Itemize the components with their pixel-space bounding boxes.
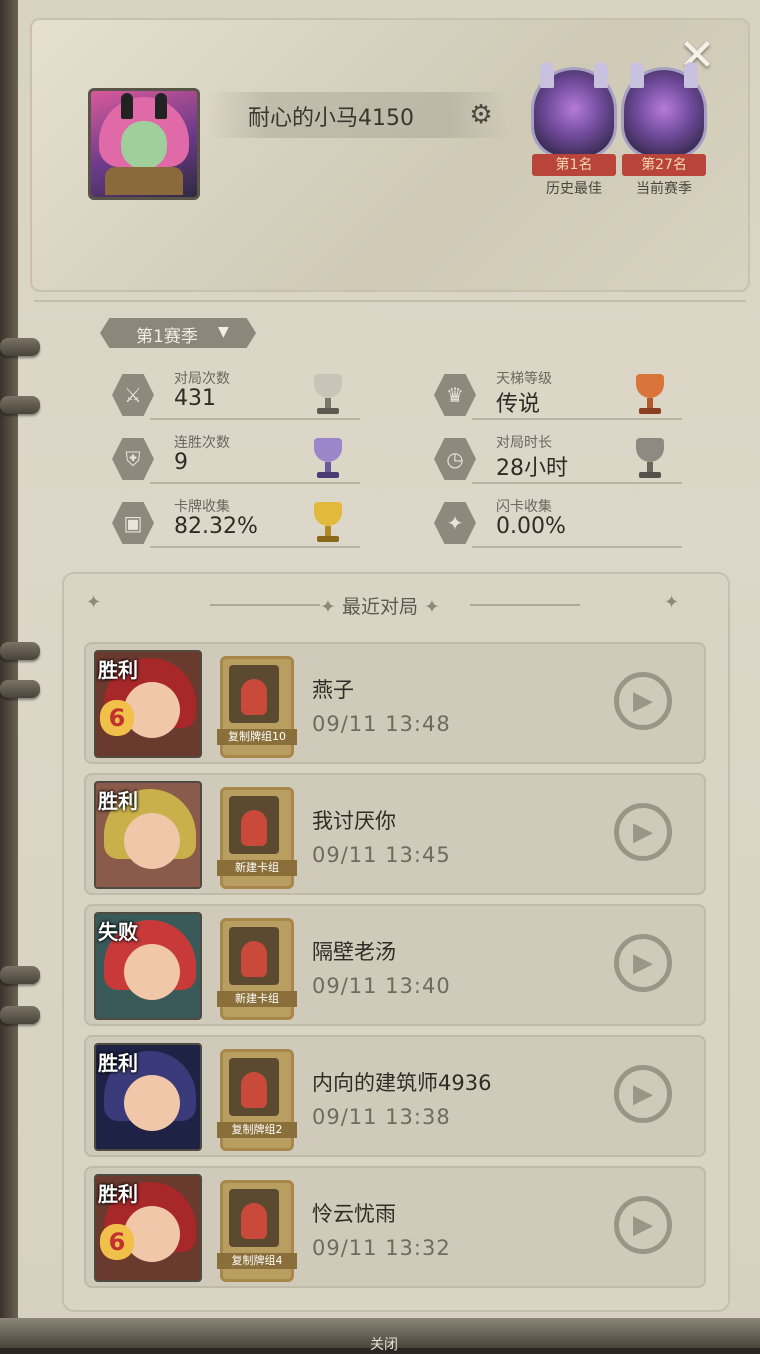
profile-book: 耐心的小马4150 ⚙ ✕ 第1名 历史最佳 第27名 当前赛季 第1赛季 ▼ … xyxy=(0,0,760,1353)
match-time: 09/11 13:48 xyxy=(312,712,451,736)
replay-play-icon[interactable]: ▶ xyxy=(614,1065,672,1123)
replay-play-icon[interactable]: ▶ xyxy=(614,803,672,861)
book-binding xyxy=(0,0,18,1348)
trophy-icon xyxy=(308,434,348,482)
divider xyxy=(34,300,746,302)
season-label: 第1赛季 xyxy=(136,327,198,347)
chevron-down-icon[interactable]: ▼ xyxy=(218,324,229,340)
win-streak-badge: 6 xyxy=(100,700,134,736)
opponent-portrait: 胜利 6 xyxy=(94,650,202,758)
stat-label: 闪卡收集 xyxy=(496,499,552,515)
match-time: 09/11 13:38 xyxy=(312,1105,451,1129)
rank-emblem-icon xyxy=(534,62,614,156)
close-label[interactable]: 关闭 xyxy=(370,1334,398,1354)
deck-card-icon: 新建卡组 xyxy=(217,918,297,1020)
player-name: 耐心的小马4150 xyxy=(248,106,414,131)
match-result: 胜利 xyxy=(98,789,138,813)
crown-icon: ♛ xyxy=(434,374,476,416)
replay-play-icon[interactable]: ▶ xyxy=(614,672,672,730)
trophy-icon xyxy=(308,370,348,418)
recent-matches-title: ✦ 最近对局 ✦ xyxy=(0,592,760,619)
stat-label: 连胜次数 xyxy=(174,435,230,451)
match-result: 胜利 xyxy=(98,1182,138,1206)
trophy-icon xyxy=(630,370,670,418)
opponent-portrait: 失败 xyxy=(94,912,202,1020)
opponent-portrait: 胜利 xyxy=(94,781,202,889)
opponent-name: 燕子 xyxy=(312,678,354,702)
match-row[interactable]: 失败 新建卡组 隔壁老汤 09/11 13:40 ▶ xyxy=(84,904,706,1026)
opponent-name: 我讨厌你 xyxy=(312,809,396,833)
opponent-name: 内向的建筑师4936 xyxy=(312,1071,492,1095)
best-rank-badge[interactable]: 第1名 历史最佳 xyxy=(530,62,618,198)
opponent-portrait: 胜利 6 xyxy=(94,1174,202,1282)
deck-card-icon: 复制牌组2 xyxy=(217,1049,297,1151)
match-result: 胜利 xyxy=(98,1051,138,1075)
binder-ring xyxy=(0,642,40,660)
trophy-icon xyxy=(308,498,348,546)
stat-ladder-level: ♛ 天梯等级 传说 xyxy=(434,368,684,426)
match-time: 09/11 13:32 xyxy=(312,1236,451,1260)
match-result: 胜利 xyxy=(98,658,138,682)
stat-value: 0.00% xyxy=(496,514,566,539)
rank-position: 第27名 xyxy=(622,154,706,176)
match-result: 失败 xyxy=(98,920,138,944)
deck-name: 复制牌组10 xyxy=(217,729,297,745)
match-row[interactable]: 胜利 新建卡组 我讨厌你 09/11 13:45 ▶ xyxy=(84,773,706,895)
card-icon: ▣ xyxy=(112,502,154,544)
stat-value: 82.32% xyxy=(174,514,258,539)
player-avatar[interactable] xyxy=(88,88,200,200)
trophy-icon xyxy=(630,434,670,482)
stat-label: 天梯等级 xyxy=(496,371,552,387)
deck-card-icon: 复制牌组10 xyxy=(217,656,297,758)
current-rank-badge[interactable]: 第27名 当前赛季 xyxy=(620,62,708,198)
clock-icon: ◷ xyxy=(434,438,476,480)
match-time: 09/11 13:40 xyxy=(312,974,451,998)
sparkle-card-icon: ✦ xyxy=(434,502,476,544)
deck-name: 新建卡组 xyxy=(217,860,297,876)
deck-card-icon: 新建卡组 xyxy=(217,787,297,889)
stat-value: 28小时 xyxy=(496,456,568,481)
stat-flash-card-collection: ✦ 闪卡收集 0.00% xyxy=(434,496,684,554)
sparkle-icon: ✦ xyxy=(424,596,440,618)
sparkle-icon: ✦ xyxy=(320,596,336,618)
replay-play-icon[interactable]: ▶ xyxy=(614,934,672,992)
binder-ring xyxy=(0,338,40,356)
stat-label: 对局次数 xyxy=(174,371,230,387)
deck-name: 复制牌组2 xyxy=(217,1122,297,1138)
stat-value: 431 xyxy=(174,386,216,411)
rank-caption: 历史最佳 xyxy=(546,181,602,197)
binder-ring xyxy=(0,966,40,984)
shield-icon: ⛨ xyxy=(112,438,154,480)
stat-card-collection: ▣ 卡牌收集 82.32% xyxy=(112,496,362,554)
rank-caption: 当前赛季 xyxy=(636,181,692,197)
recent-title-text: 最近对局 xyxy=(341,596,418,618)
gear-icon[interactable]: ⚙ xyxy=(466,100,496,130)
stat-value: 9 xyxy=(174,450,188,475)
stat-games-played: ⚔ 对局次数 431 xyxy=(112,368,362,426)
replay-play-icon[interactable]: ▶ xyxy=(614,1196,672,1254)
opponent-name: 隔壁老汤 xyxy=(312,940,396,964)
opponent-name: 怜云忧雨 xyxy=(312,1202,396,1226)
rank-position: 第1名 xyxy=(532,154,616,176)
stat-win-streak: ⛨ 连胜次数 9 xyxy=(112,432,362,490)
binder-ring xyxy=(0,396,40,414)
rank-emblem-icon xyxy=(624,62,704,156)
binder-ring xyxy=(0,1006,40,1024)
win-streak-badge: 6 xyxy=(100,1224,134,1260)
deck-name: 复制牌组4 xyxy=(217,1253,297,1269)
match-row[interactable]: 胜利 6 复制牌组4 怜云忧雨 09/11 13:32 ▶ xyxy=(84,1166,706,1288)
binder-ring xyxy=(0,680,40,698)
stat-label: 对局时长 xyxy=(496,435,552,451)
swords-icon: ⚔ xyxy=(112,374,154,416)
deck-name: 新建卡组 xyxy=(217,991,297,1007)
match-time: 09/11 13:45 xyxy=(312,843,451,867)
match-row[interactable]: 胜利 复制牌组2 内向的建筑师4936 09/11 13:38 ▶ xyxy=(84,1035,706,1157)
stat-play-time: ◷ 对局时长 28小时 xyxy=(434,432,684,490)
match-row[interactable]: 胜利 6 复制牌组10 燕子 09/11 13:48 ▶ xyxy=(84,642,706,764)
opponent-portrait: 胜利 xyxy=(94,1043,202,1151)
stat-value: 传说 xyxy=(496,392,541,417)
stat-label: 卡牌收集 xyxy=(174,499,230,515)
deck-card-icon: 复制牌组4 xyxy=(217,1180,297,1282)
